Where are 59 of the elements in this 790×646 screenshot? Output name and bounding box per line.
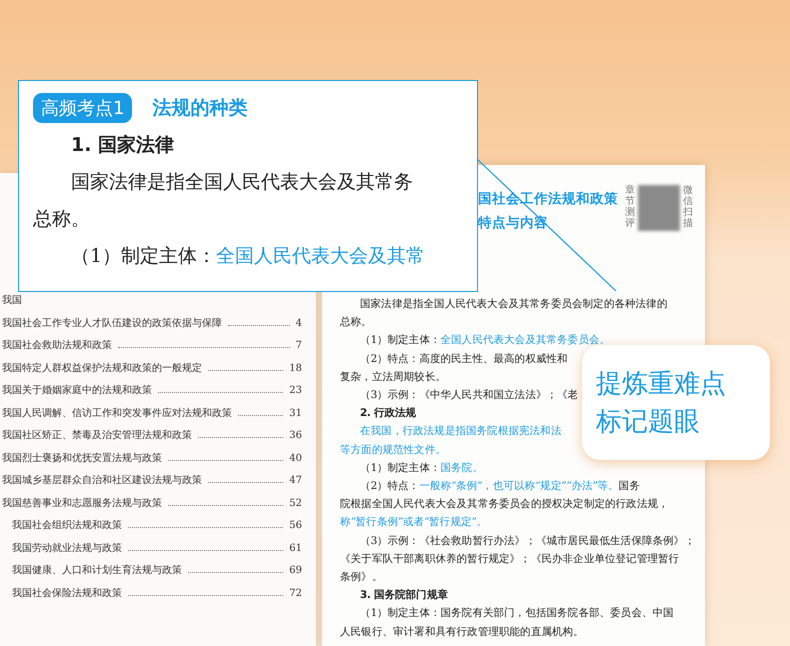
toc-page-number: 61	[289, 542, 302, 554]
topic-badge: 高频考点1	[33, 93, 132, 123]
toc-entry-title: 我国关于婚姻家庭中的法规和政策	[2, 384, 152, 397]
bubble-text: 标记题眼	[596, 406, 701, 438]
text-line: （3）示例：《中华人民共和国立法法》；《老	[359, 388, 578, 404]
text-line: 《关于军队干部离职休养的暂行规定》；《民办非企业单位登记管理暂行	[340, 552, 680, 567]
text-line: 国家法律是指全国人民代表大会及其常务	[70, 170, 413, 195]
text-line: （1）制定主体：国务院有关部门，包括国务院各部、委员会、中国	[359, 606, 674, 622]
toc-page-number: 52	[289, 498, 302, 508]
toc-page-number: 56	[289, 520, 302, 531]
text-line: 院根据全国人民代表大会及其常务委员会的授权决定制定的行政法规，	[340, 497, 669, 512]
toc-page-number: 36	[289, 430, 302, 441]
text-line: （2）特点：一般称“条例”，也可以称“规定”“办法”等。国务	[359, 479, 640, 494]
qr-caption: 章节测评	[625, 185, 635, 229]
qr-caption: 微信扫描	[683, 185, 693, 229]
toc-entry-title: 我国社会救助法规和政策	[2, 338, 112, 352]
toc-entry-title: 我国健康、人口和计划生育法规与政策	[12, 564, 182, 577]
text-line: 总称。	[340, 315, 372, 330]
toc-entry-title: 我国社会保险法规和政策	[12, 586, 122, 600]
text-line: 称“暂行条例”或者“暂行规定”。	[340, 515, 488, 530]
section-heading: 1. 国家法律	[70, 133, 174, 158]
toc-page-number: 18	[289, 362, 302, 374]
text-line: （1）制定主体：全国人民代表大会及其常	[70, 244, 426, 269]
qr-code-placeholder	[638, 185, 680, 231]
text-line: 条例》。	[340, 570, 382, 586]
text-line: （3）示例：《社会救助暂行办法》；《城市居民最低生活保障条例》；	[359, 534, 695, 549]
toc-page-number: 31	[289, 408, 302, 418]
toc-page-number: 47	[289, 475, 302, 486]
toc-page-number: 23	[289, 385, 302, 396]
text-line: 总称。	[33, 207, 90, 232]
toc-entry-title: 我国人民调解、信访工作和突发事件应对法规和政策	[2, 406, 232, 420]
text-line: 等方面的规范性文件。	[340, 442, 446, 458]
toc-entry-title: 我国社区矫正、禁毒及治安管理法规和政策	[2, 428, 192, 442]
topic-title: 法规的种类	[152, 96, 248, 121]
toc-page-number: 4	[296, 318, 302, 328]
toc-entry-title: 我国社会工作专业人才队伍建设的政策依据与保障	[2, 316, 222, 330]
text-line: （2）特点：高度的民主性、最高的权威性和	[359, 352, 568, 367]
dot-leader	[238, 414, 284, 416]
bubble-text: 提炼重难点	[596, 368, 727, 400]
toc-entry-title: 我国烈士褒扬和优抚安置法规与政策	[2, 452, 162, 464]
section-heading: 2. 行政法规	[359, 406, 416, 422]
text-line: （1）制定主体：国务院。	[359, 460, 483, 476]
toc-entry-title: 我国城乡基层群众自治和社区建设法规与政策	[2, 474, 202, 487]
section-heading: 3. 国务院部门规章	[359, 588, 448, 604]
toc-entry-title: 我国社会组织法规和政策	[12, 518, 122, 532]
text-line: 复杂，立法周期较长。	[340, 370, 446, 385]
toc-page-number: 40	[289, 452, 302, 464]
toc-page-number: 72	[289, 588, 302, 598]
text-line: 人民银行、审计署和具有行政管理职能的直属机构。	[340, 624, 584, 640]
toc-page-number: 69	[289, 565, 302, 576]
text-line: 国家法律是指全国人民代表大会及其常务委员会制定的各种法律的	[359, 297, 668, 312]
toc-entry-title: 我国特定人群权益保护法规和政策的一般规定	[2, 362, 202, 374]
text-line: 在我国，行政法规是指国务院根据宪法和法	[359, 424, 562, 440]
toc-entry-title: 我国劳动就业法规与政策	[12, 542, 122, 554]
toc-entry-title: 我国慈善事业和志愿服务法规与政策	[2, 496, 162, 510]
dot-leader	[228, 324, 290, 326]
toc-entry-title: 我国	[2, 294, 22, 307]
toc-page-number: 7	[296, 340, 302, 351]
text-line: （1）制定主体：全国人民代表大会及其常务委员会。	[359, 333, 610, 348]
